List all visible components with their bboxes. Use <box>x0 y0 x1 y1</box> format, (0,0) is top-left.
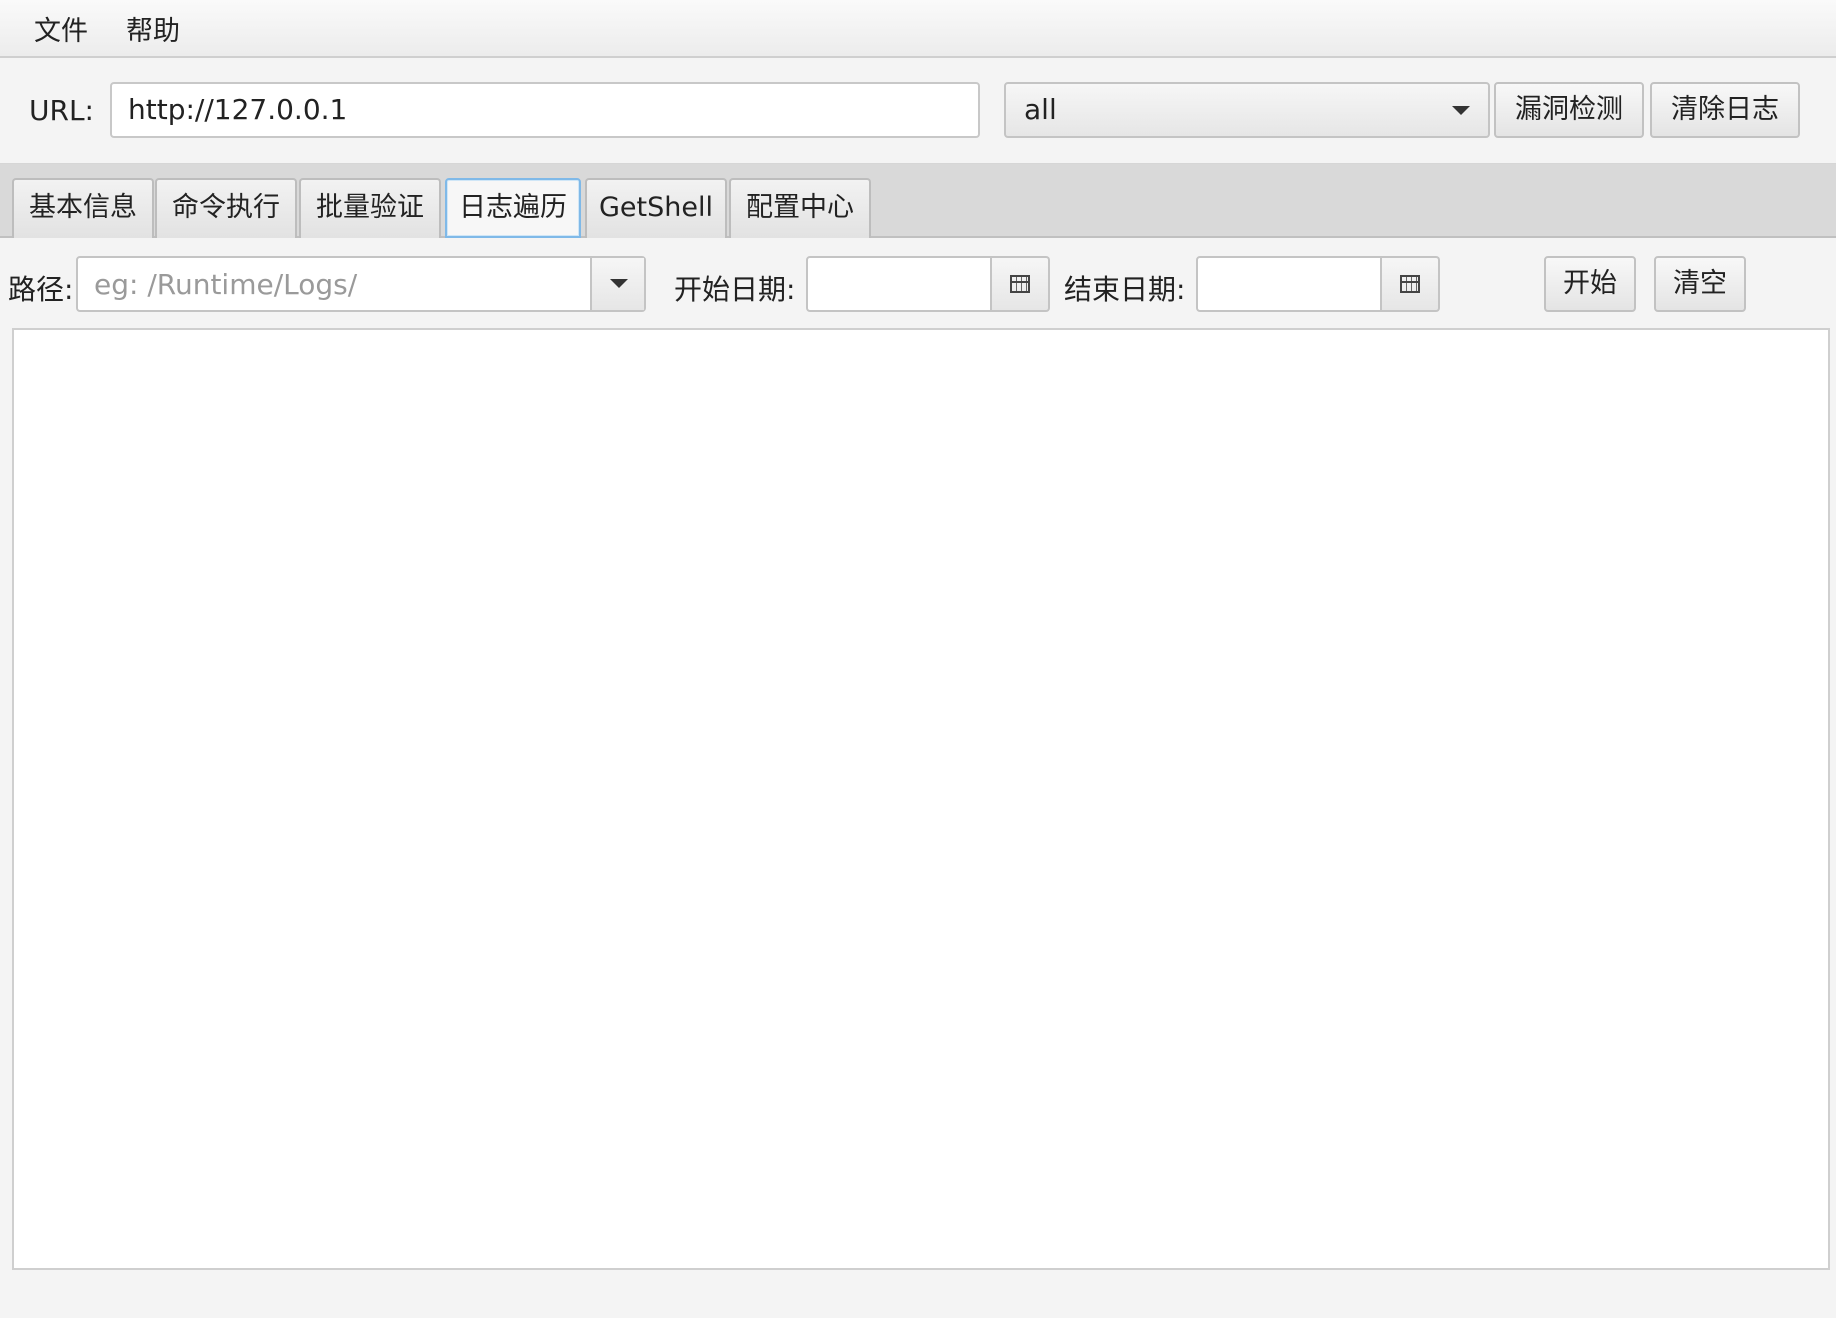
tab-basic-info[interactable]: 基本信息 <box>12 178 154 238</box>
exploit-select[interactable]: all <box>1004 82 1490 138</box>
chevron-down-icon <box>1452 106 1470 115</box>
log-output-area[interactable] <box>12 328 1830 1270</box>
calendar-icon <box>1010 275 1030 293</box>
chevron-down-icon <box>610 279 628 288</box>
start-button[interactable]: 开始 <box>1544 256 1636 312</box>
start-date-label: 开始日期: <box>674 273 796 306</box>
menu-file[interactable]: 文件 <box>20 3 102 54</box>
start-date-picker-button[interactable] <box>992 256 1050 312</box>
path-dropdown-button[interactable] <box>590 258 644 310</box>
menu-bar: 文件 帮助 <box>0 0 1836 58</box>
tab-strip: 基本信息 命令执行 批量验证 日志遍历 GetShell 配置中心 <box>0 164 1836 238</box>
start-date-input[interactable] <box>806 256 992 312</box>
calendar-icon <box>1400 275 1420 293</box>
path-input[interactable] <box>78 258 590 310</box>
tab-config-center[interactable]: 配置中心 <box>729 178 871 238</box>
path-combo[interactable] <box>76 256 646 312</box>
menu-help[interactable]: 帮助 <box>112 3 194 54</box>
app-window: 文件 帮助 URL: http://127.0.0.1 all 漏洞检测 清除日… <box>0 0 1836 1318</box>
end-date-input[interactable] <box>1196 256 1382 312</box>
url-label: URL: <box>29 94 94 127</box>
url-input[interactable]: http://127.0.0.1 <box>110 82 980 138</box>
clear-button[interactable]: 清空 <box>1654 256 1746 312</box>
vuln-detect-button[interactable]: 漏洞检测 <box>1494 82 1644 138</box>
end-date-label: 结束日期: <box>1064 273 1186 306</box>
tab-getshell[interactable]: GetShell <box>585 178 727 238</box>
url-toolbar: URL: http://127.0.0.1 all 漏洞检测 清除日志 <box>0 58 1836 164</box>
path-label: 路径: <box>8 273 74 306</box>
end-date-picker-button[interactable] <box>1382 256 1440 312</box>
tab-command-exec[interactable]: 命令执行 <box>155 178 297 238</box>
log-traversal-panel: 路径: 开始日期: 结束日期: 开始 清空 <box>0 238 1836 1318</box>
tab-log-traversal[interactable]: 日志遍历 <box>445 178 581 238</box>
clear-log-button[interactable]: 清除日志 <box>1650 82 1800 138</box>
exploit-select-value: all <box>1024 93 1057 126</box>
tab-batch-verify[interactable]: 批量验证 <box>299 178 441 238</box>
